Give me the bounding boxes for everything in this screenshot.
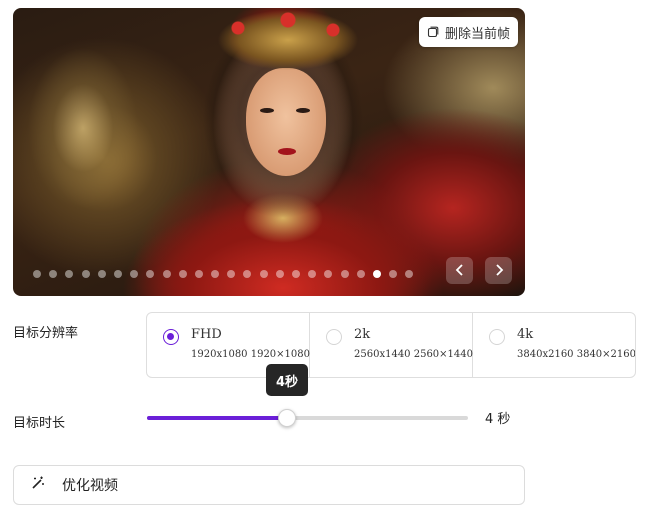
preview-image-eye	[260, 108, 274, 113]
duration-slider[interactable]	[147, 408, 468, 428]
frame-dot[interactable]	[243, 270, 252, 278]
resolution-name: 2k	[354, 327, 371, 342]
resolution-dims: 1920x1080 1920×1080	[191, 349, 310, 360]
frame-dot[interactable]	[97, 270, 106, 278]
preview-image-lips	[278, 148, 296, 155]
frame-dot[interactable]	[49, 270, 58, 278]
chevron-right-icon	[494, 261, 504, 280]
chevron-left-icon	[455, 261, 465, 280]
resolution-option-2k[interactable]: 2k 2560x1440 2560×1440	[310, 313, 473, 377]
resolution-radio-4k[interactable]	[489, 329, 505, 345]
next-frame-button[interactable]	[485, 257, 512, 284]
slider-thumb[interactable]	[278, 409, 296, 427]
optimize-video-button[interactable]: 优化视频	[13, 465, 525, 505]
target-duration-label: 目标时长	[13, 416, 66, 431]
frame-dot[interactable]	[81, 270, 90, 278]
resolution-name: 4k	[517, 327, 534, 342]
frame-dot[interactable]	[389, 270, 398, 278]
frame-dot[interactable]	[308, 270, 317, 278]
frame-dot[interactable]	[259, 270, 268, 278]
frame-dot[interactable]	[340, 270, 349, 278]
resolution-radio-fhd[interactable]	[163, 329, 179, 345]
delete-current-frame-label: 删除当前帧	[444, 26, 510, 42]
frame-dot[interactable]	[130, 270, 139, 278]
resolution-options: FHD 1920x1080 1920×1080 2k 2560x1440 256…	[146, 312, 636, 378]
frame-dot[interactable]	[227, 270, 236, 278]
preview-image-ornament	[28, 48, 138, 208]
resolution-dims: 2560x1440 2560×1440	[354, 349, 473, 360]
copy-frame-icon	[427, 26, 439, 38]
delete-current-frame-button[interactable]: 删除当前帧	[418, 17, 518, 47]
frame-dot[interactable]	[324, 270, 333, 278]
frame-dot[interactable]	[275, 270, 284, 278]
resolution-radio-2k[interactable]	[326, 329, 342, 345]
previous-frame-button[interactable]	[446, 257, 473, 284]
video-frame-preview: 删除当前帧	[13, 8, 525, 296]
target-resolution-label: 目标分辨率	[13, 326, 79, 341]
duration-value: 4 秒	[485, 412, 511, 427]
frame-dot[interactable]	[356, 270, 365, 278]
slider-fill	[147, 416, 287, 420]
frame-dot[interactable]	[211, 270, 220, 278]
frame-dot[interactable]	[194, 270, 203, 278]
frame-dot[interactable]	[178, 270, 187, 278]
resolution-dims: 3840x2160 3840×2160	[517, 349, 636, 360]
duration-tooltip: 4秒	[266, 364, 309, 396]
frame-dot[interactable]	[292, 270, 300, 278]
frame-dot[interactable]	[33, 270, 41, 278]
frame-dot[interactable]	[162, 270, 171, 278]
resolution-option-4k[interactable]: 4k 3840x2160 3840×2160	[473, 313, 635, 377]
optimize-video-label: 优化视频	[62, 478, 118, 494]
preview-image-eye	[296, 108, 310, 113]
frame-dot[interactable]	[405, 270, 414, 278]
preview-image-crown	[218, 8, 358, 70]
frame-dot[interactable]	[372, 270, 381, 278]
resolution-name: FHD	[191, 327, 222, 342]
frame-pagination	[33, 270, 414, 278]
frame-dot[interactable]	[113, 270, 122, 278]
frame-dot[interactable]	[65, 270, 74, 278]
magic-wand-icon	[30, 475, 46, 495]
frame-dot[interactable]	[146, 270, 155, 278]
preview-image-face	[246, 68, 326, 176]
